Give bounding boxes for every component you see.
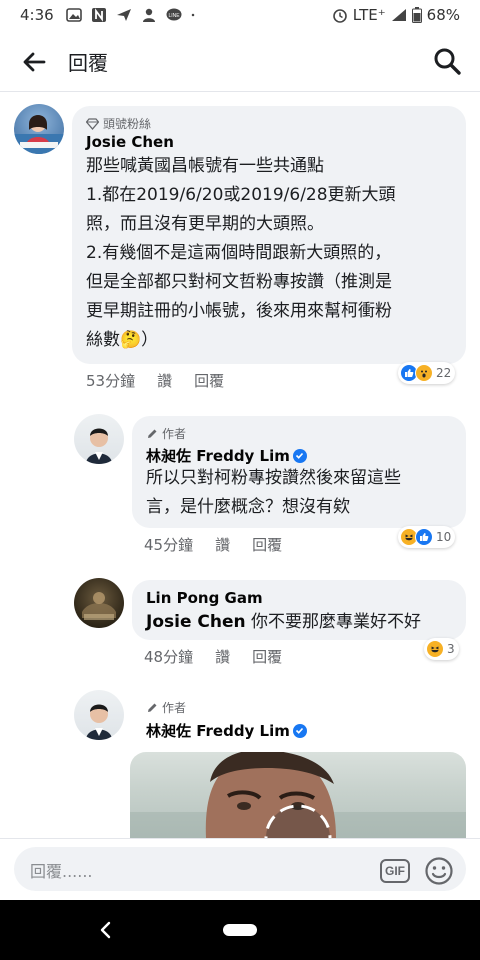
comment-line: 但是全部都只對柯文哲粉專按讚（推測是 [86, 272, 392, 292]
back-arrow-icon[interactable] [20, 48, 48, 76]
user-icon [143, 8, 155, 22]
pencil-icon [148, 703, 157, 712]
reaction-summary[interactable]: 22 [398, 362, 456, 384]
author-name[interactable]: Lin Pong Gam [146, 589, 263, 607]
app-header: 回覆 [0, 32, 480, 92]
like-reaction-icon [415, 528, 433, 546]
avatar[interactable] [74, 690, 124, 740]
comment-text: 那些喊黃國昌帳號有一些共通點 1.都在2019/6/20或2019/6/28更新… [86, 152, 396, 355]
avatar[interactable] [74, 414, 124, 464]
comment-author[interactable]: 林昶佐 Freddy Lim [146, 445, 307, 466]
comment-bubble: Lin Pong Gam Josie Chen 你不要那麼專業好不好 [132, 580, 466, 640]
gallery-icon [66, 8, 82, 22]
send-icon [117, 9, 131, 21]
author-name[interactable]: 林昶佐 Freddy Lim [146, 445, 290, 466]
battery-icon [411, 7, 422, 23]
comment-line: 1.都在2019/6/20或2019/6/28更新大頭 [86, 185, 396, 205]
comment-line: 那些喊黃國昌帳號有一些共通點 [86, 156, 324, 176]
signal-icon [391, 9, 406, 21]
reply-composer: 回覆...... GIF [0, 838, 480, 900]
top-fan-badge: 頭號粉絲 [86, 115, 151, 132]
comment-meta: 48分鐘 讚 回覆 [144, 646, 304, 667]
author-name[interactable]: Josie Chen [86, 133, 174, 151]
comment-line: 更早期註冊的小帳號，後來用來幫柯衝粉 [86, 301, 392, 321]
reply-button[interactable]: 回覆 [252, 646, 282, 667]
mention-tag[interactable]: Josie Chen [146, 612, 246, 632]
nav-back-icon[interactable] [98, 920, 114, 940]
comment-time: 53分鐘 [86, 372, 136, 390]
network-type: LTE⁺ [352, 6, 386, 24]
reaction-summary[interactable]: 10 [398, 526, 456, 548]
line-icon: LINE [166, 8, 182, 21]
reaction-count: 22 [436, 366, 452, 380]
badge-label: 作者 [162, 427, 187, 441]
comment-line: 照，而且沒有更早期的大頭照。 [86, 214, 324, 234]
author-badge: 作者 [146, 699, 186, 716]
comment-author[interactable]: Josie Chen [86, 133, 174, 151]
search-icon[interactable] [432, 46, 462, 76]
notification-icons: LINE [66, 8, 199, 22]
emoji-icon[interactable] [424, 856, 454, 886]
badge-label: 頭號粉絲 [103, 117, 152, 131]
reply-placeholder: 回覆...... [30, 862, 93, 881]
comment-text: Josie Chen 你不要那麼專業好不好 [146, 608, 421, 637]
author-badge: 作者 [146, 425, 186, 442]
status-time: 4:36 [20, 6, 54, 24]
haha-reaction-icon [426, 640, 444, 658]
gif-attachment[interactable] [130, 752, 466, 838]
avatar[interactable] [74, 578, 124, 628]
reply-button[interactable]: 回覆 [252, 534, 282, 555]
comment-line: 所以只對柯粉專按讚然後來留這些 [146, 468, 401, 488]
page-title: 回覆 [68, 51, 108, 75]
diamond-icon [86, 117, 99, 130]
alarm-icon [332, 9, 347, 23]
status-right: LTE⁺ 68% [332, 6, 460, 24]
badge-label: 作者 [162, 701, 187, 715]
n-icon [92, 8, 106, 22]
like-button[interactable]: 讚 [215, 534, 230, 555]
comment-meta: 53分鐘 讚 回覆 [86, 370, 246, 391]
comment-text: 所以只對柯粉專按讚然後來留這些 言，是什麼概念？想沒有欸 [146, 464, 401, 522]
comment-time: 45分鐘 [144, 536, 194, 554]
comment-line: 絲數🤔） [86, 330, 159, 350]
comment-bubble: 頭號粉絲 Josie Chen 那些喊黃國昌帳號有一些共通點 1.都在2019/… [72, 106, 466, 364]
comment-line: 言，是什麼概念？想沒有欸 [146, 497, 350, 517]
gif-button[interactable]: GIF [380, 859, 410, 883]
wow-reaction-icon [415, 364, 433, 382]
comment-line: 2.有幾個不是這兩個時間跟新大頭照的， [86, 243, 392, 263]
avatar[interactable] [14, 104, 64, 154]
like-button[interactable]: 讚 [215, 646, 230, 667]
dot-icon [191, 13, 195, 17]
battery-percent: 68% [426, 6, 460, 24]
reaction-count: 3 [447, 642, 455, 656]
pencil-icon [148, 429, 157, 438]
comment-meta: 45分鐘 讚 回覆 [144, 534, 304, 555]
verified-badge-icon [292, 448, 307, 463]
author-name[interactable]: 林昶佐 Freddy Lim [146, 720, 290, 741]
comment-author[interactable]: Lin Pong Gam [146, 589, 263, 607]
system-nav-bar [0, 900, 480, 960]
verified-badge-icon [292, 723, 307, 738]
svg-text:LINE: LINE [168, 13, 180, 19]
comment-time: 48分鐘 [144, 648, 194, 666]
reaction-count: 10 [436, 530, 452, 544]
comment-bubble: 作者 林昶佐 Freddy Lim 所以只對柯粉專按讚然後來留這些 言，是什麼概… [132, 416, 466, 528]
comment-line: 你不要那麼專業好不好 [251, 612, 422, 632]
like-button[interactable]: 讚 [157, 370, 172, 391]
comment-author[interactable]: 林昶佐 Freddy Lim [146, 720, 307, 741]
nav-home-pill[interactable] [223, 924, 257, 936]
reaction-summary[interactable]: 3 [424, 638, 459, 660]
reply-button[interactable]: 回覆 [194, 370, 224, 391]
status-bar: 4:36 LINE LTE⁺ 68% [0, 0, 480, 32]
